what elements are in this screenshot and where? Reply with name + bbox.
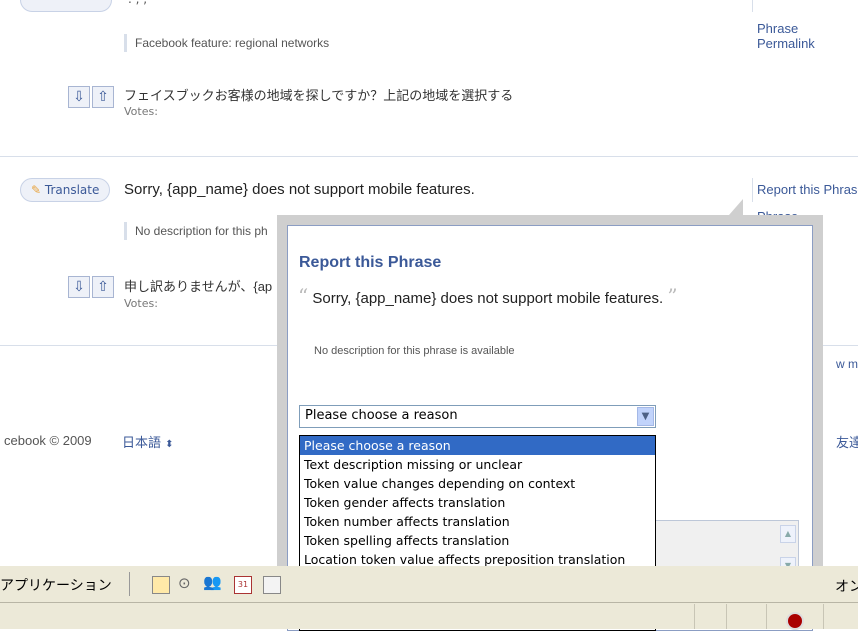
divider	[0, 156, 858, 157]
scroll-up-icon[interactable]: ▲	[780, 525, 796, 543]
taskbar: アプリケーション ⊙ 👥 31 オン	[0, 566, 858, 630]
copyright-text: cebook © 2009	[4, 433, 92, 448]
vote-down-button[interactable]: ⇩	[68, 276, 90, 298]
reason-option[interactable]: Token value changes depending on context	[300, 474, 655, 493]
calendar-icon[interactable]: 31	[234, 576, 252, 594]
votes-label: Votes:	[124, 297, 158, 310]
clipped-phrase-text: . , ,	[128, 0, 448, 6]
dialog-description: No description for this phrase is availa…	[314, 345, 515, 357]
status-cell-divider	[766, 604, 767, 629]
translation-text: フェイスブックお客様の地域を探しですか？上記の地域を選択する	[124, 88, 514, 103]
reason-option[interactable]: Token number affects translation	[300, 512, 655, 531]
status-icon	[786, 612, 804, 630]
open-quote-icon: “	[298, 284, 309, 308]
updown-arrow-icon: ⬍	[165, 439, 174, 450]
translate-label: Translate	[44, 183, 100, 197]
right-border	[752, 178, 753, 202]
pencil-icon: ✎	[31, 183, 42, 197]
translation-text: 申し訳ありませんが、{ap	[124, 279, 273, 294]
language-selector[interactable]: 日本語 ⬍	[122, 432, 174, 451]
right-border	[752, 0, 753, 12]
taskbar-divider	[0, 602, 858, 603]
phrase-description: Facebook feature: regional networks	[124, 34, 329, 52]
dialog-phrase-text: Sorry, {app_name} does not support mobil…	[312, 290, 664, 307]
page-icon[interactable]	[152, 576, 170, 594]
close-quote-icon: ”	[667, 284, 678, 308]
reason-option[interactable]: Please choose a reason	[300, 436, 655, 455]
reason-option[interactable]: Token spelling affects translation	[300, 531, 655, 550]
apps-menu[interactable]: アプリケーション	[0, 575, 112, 595]
status-cell-divider	[726, 604, 727, 629]
status-cell-divider	[823, 604, 824, 629]
report-phrase-link[interactable]: Report this Phrase	[757, 182, 858, 197]
phrase-permalink-link[interactable]: Phrase Permalink	[757, 21, 858, 51]
reason-option[interactable]: Text description missing or unclear	[300, 455, 655, 474]
vote-up-button[interactable]: ⇧	[92, 86, 114, 108]
reason-option[interactable]: Token gender affects translation	[300, 493, 655, 512]
vote-down-button[interactable]: ⇩	[68, 86, 90, 108]
translate-button[interactable]: ✎ Translate	[20, 178, 111, 202]
phrase-description: No description for this ph	[124, 222, 268, 240]
dialog-pointer	[729, 199, 743, 215]
taskbar-right-text: オン	[835, 579, 858, 595]
reason-select[interactable]: Please choose a reason ▼	[299, 405, 656, 428]
clipped-translate-button[interactable]	[20, 0, 112, 12]
status-cell-divider	[694, 604, 695, 629]
friends-icon[interactable]: 👥	[203, 573, 222, 591]
chat-icon[interactable]: ⊙	[178, 574, 191, 592]
taskbar-separator	[129, 572, 130, 596]
more-icon[interactable]	[263, 576, 281, 594]
language-label: 日本語	[122, 436, 162, 451]
footer-right-link[interactable]: 友達	[836, 432, 858, 451]
dialog-title: Report this Phrase	[299, 254, 442, 271]
votes-label: Votes:	[124, 105, 158, 118]
view-more-link[interactable]: w m	[836, 357, 858, 371]
source-phrase: Sorry, {app_name} does not support mobil…	[124, 181, 475, 198]
reason-select-value: Please choose a reason	[305, 408, 458, 423]
vote-up-button[interactable]: ⇧	[92, 276, 114, 298]
apps-label: アプリケーション	[0, 578, 112, 594]
chevron-down-icon[interactable]: ▼	[637, 407, 654, 426]
dialog-phrase: “ Sorry, {app_name} does not support mob…	[298, 284, 678, 308]
